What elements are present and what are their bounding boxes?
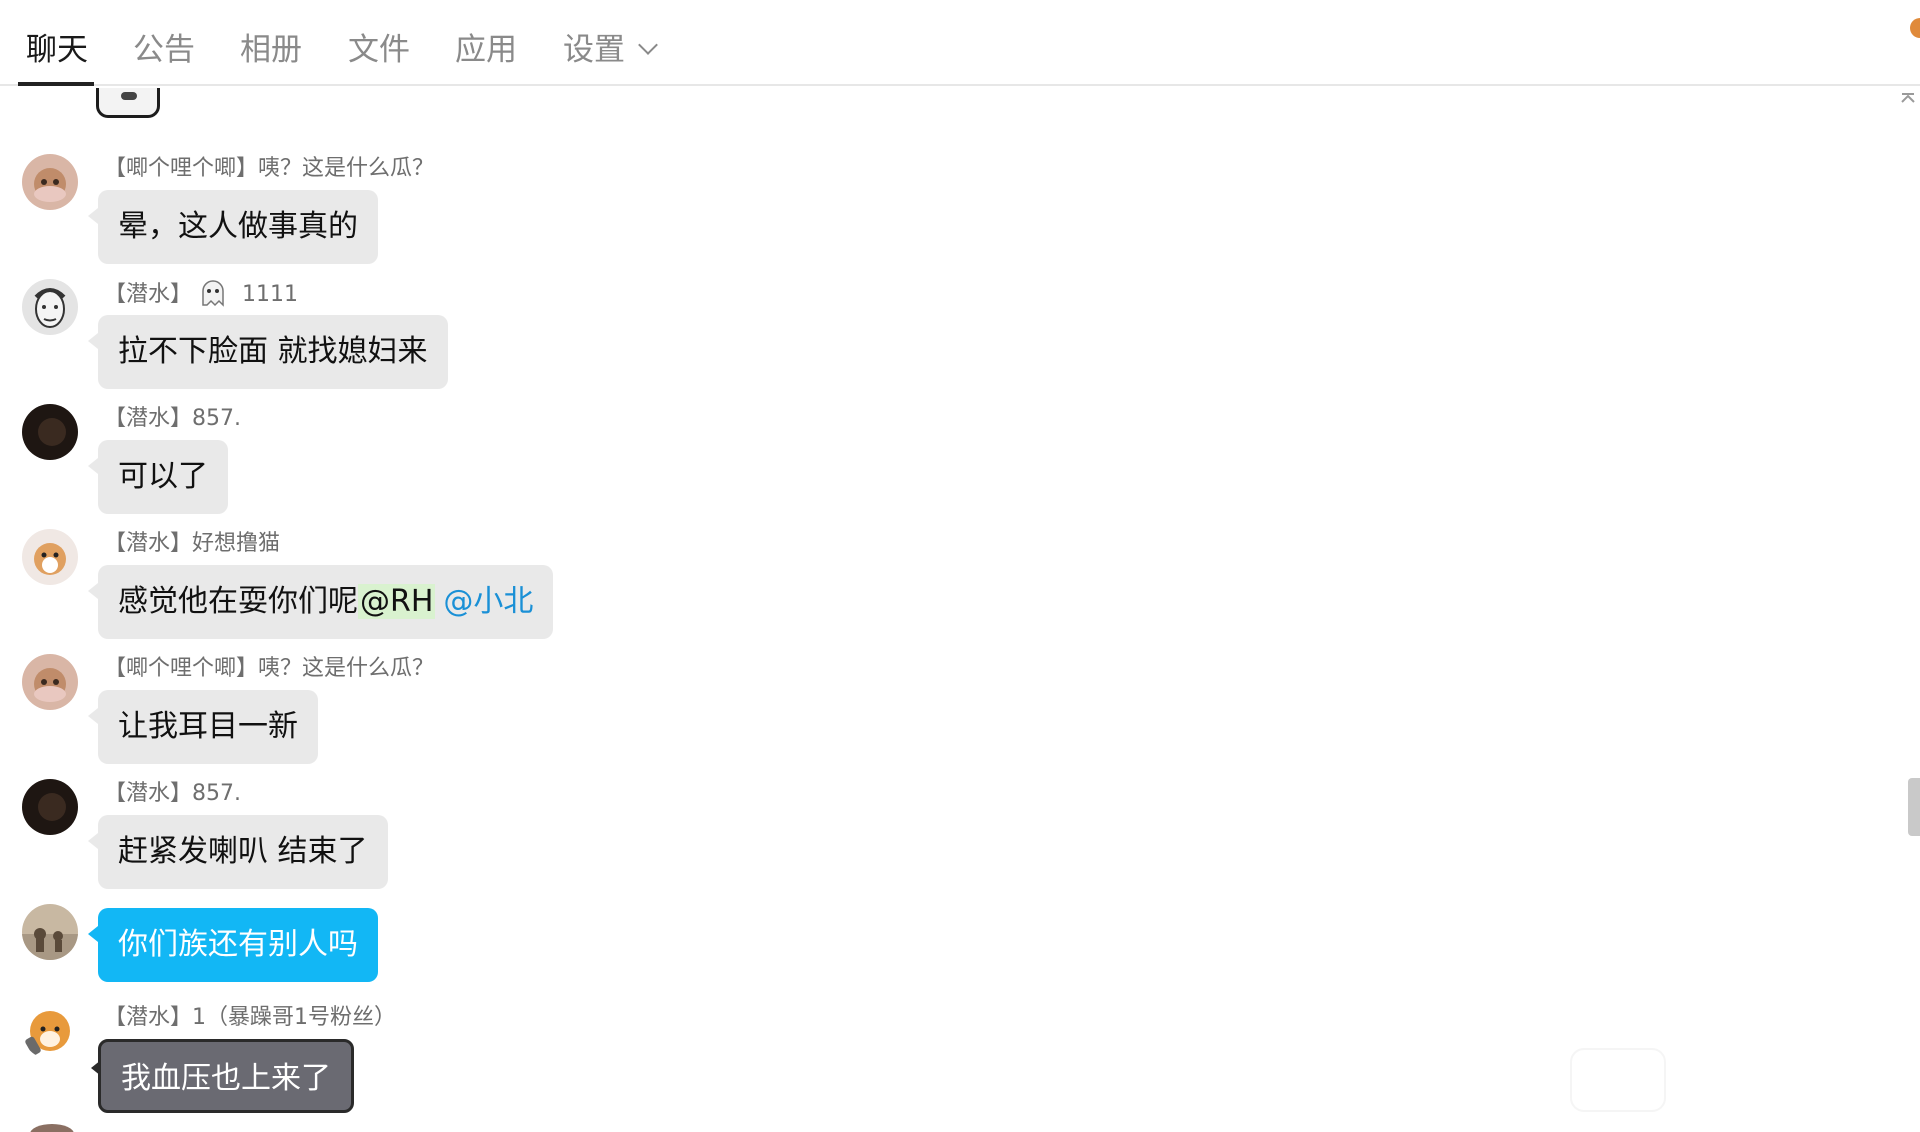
notification-dot (1910, 18, 1920, 38)
sender-name: 【潜水】857. (104, 781, 241, 806)
tab-settings[interactable]: 设置 (563, 28, 658, 72)
collapse-icon[interactable] (1900, 92, 1916, 108)
message-list[interactable]: 【唧个哩个唧】咦？这是什么瓜？ 晕，这人做事真的 【潜水】 1111 拉不下脸面 … (0, 88, 1920, 1132)
sender-name: 【唧个哩个唧】咦？这是什么瓜？ (104, 656, 435, 681)
message-bubble[interactable]: 感觉他在耍你们呢@RH @小北 (87, 565, 554, 639)
avatar[interactable] (30, 1124, 74, 1132)
mention-highlight[interactable]: @RH (358, 584, 436, 619)
tab-bar: 聊天 公告 相册 文件 应用 设置 (0, 0, 1920, 86)
sender-name: 【潜水】1（暴躁哥1号粉丝） (104, 1005, 396, 1030)
pomeranian-avatar[interactable] (22, 529, 78, 585)
message-bubble[interactable]: 让我耳目一新 (88, 690, 318, 764)
message-bubble[interactable]: 赶紧发喇叭 结束了 (88, 815, 388, 889)
message-bubble-self[interactable]: 你们族还有别人吗 (88, 908, 378, 982)
shiba-avatar[interactable] (22, 1003, 78, 1059)
active-tab-indicator (18, 82, 94, 86)
message-bubble[interactable]: 晕，这人做事真的 (88, 190, 378, 264)
message-bubble[interactable]: 拉不下脸面 就找媳妇来 (88, 315, 448, 389)
message-bubble[interactable]: 可以了 (88, 440, 228, 514)
ghost-icon (198, 279, 228, 307)
group-chat-window: 聊天 公告 相册 文件 应用 设置 【唧个哩个唧】咦？这是什么瓜？ 晕，这人做事… (0, 0, 1920, 1132)
dark-avatar[interactable] (22, 779, 78, 835)
scrollbar-thumb[interactable] (1908, 778, 1920, 836)
cat-avatar[interactable] (22, 154, 78, 210)
tab-files[interactable]: 文件 (348, 28, 410, 72)
mention-link[interactable]: @小北 (443, 584, 533, 619)
sketch-face-avatar[interactable] (22, 279, 78, 335)
dark-avatar[interactable] (22, 404, 78, 460)
sticker-image[interactable] (96, 88, 160, 118)
sender-tag: 【潜水】 (104, 282, 193, 307)
cat-avatar[interactable] (22, 654, 78, 710)
sender-name: 【潜水】 1111 (104, 279, 298, 310)
watermark-icon (1570, 1048, 1666, 1112)
sender-name: 【潜水】857. (104, 406, 241, 431)
sender-name: 【潜水】好想撸猫 (104, 531, 281, 556)
tab-album[interactable]: 相册 (240, 28, 302, 72)
tab-settings-label: 设置 (563, 32, 625, 68)
silhouette-avatar[interactable] (22, 904, 78, 960)
tab-announcements[interactable]: 公告 (133, 28, 195, 72)
tab-apps[interactable]: 应用 (455, 28, 517, 72)
chevron-down-icon (638, 35, 658, 55)
tab-chat[interactable]: 聊天 (26, 28, 88, 72)
message-bubble[interactable]: 我血压也上来了 (91, 1039, 354, 1113)
sender-name: 【唧个哩个唧】咦？这是什么瓜？ (104, 156, 435, 181)
sender-name-text: 1111 (242, 282, 299, 307)
message-text: 感觉他在耍你们呢 (118, 584, 358, 619)
